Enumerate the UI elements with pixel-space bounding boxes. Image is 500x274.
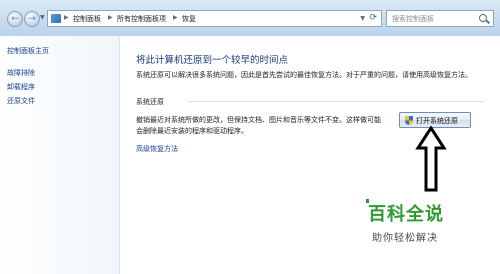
page-title: 将此计算机还原到一个较早的时间点 xyxy=(136,55,289,66)
page-description: 系统还原可以解决很多系统问题，因此是首先尝试的最佳恢复方法。对于严重的问题，请使… xyxy=(136,71,472,79)
search-icon[interactable] xyxy=(479,14,487,22)
sidebar-item-control-panel-home[interactable]: 控制面板主页 xyxy=(7,46,49,56)
sidebar: 控制面板主页 故障排除 卸载程序 还原文件 xyxy=(0,36,120,274)
breadcrumb-all-items[interactable]: 所有控制面板项 xyxy=(117,14,166,24)
breadcrumb-separator-icon[interactable]: ▶ xyxy=(173,14,178,21)
control-panel-icon xyxy=(51,14,61,23)
uac-shield-icon xyxy=(405,116,413,125)
address-dropdown-icon[interactable]: ▼ xyxy=(360,15,365,22)
section-divider xyxy=(188,101,484,102)
breadcrumb-control-panel[interactable]: 控制面板 xyxy=(73,14,101,24)
breadcrumb-separator-icon[interactable]: ▶ xyxy=(108,14,113,21)
annotation-arrow-icon xyxy=(415,126,447,192)
system-restore-description: 撤销最近对系统所做的更改，但保持文档、图片和音乐等文件不变。这样做可能 会删除最… xyxy=(136,115,394,137)
breadcrumb-recovery[interactable]: 恢复 xyxy=(182,14,196,24)
breadcrumb-separator-icon[interactable]: ▶ xyxy=(64,14,69,21)
system-restore-description-line: 撤销最近对系统所做的更改，但保持文档、图片和音乐等文件不变。这样做可能 xyxy=(136,116,381,124)
back-button[interactable]: ← xyxy=(7,11,23,27)
watermark-brand: 百科全说 xyxy=(368,204,444,225)
sidebar-item-restore-files[interactable]: 还原文件 xyxy=(7,96,35,106)
watermark-slogan: 助你轻松解决 xyxy=(372,233,438,244)
open-system-restore-label: 打开系统还原 xyxy=(416,117,458,125)
sidebar-item-troubleshooting[interactable]: 故障排除 xyxy=(7,68,35,78)
arrow-left-icon: ← xyxy=(11,14,19,24)
arrow-right-icon: → xyxy=(28,14,36,24)
search-box[interactable]: 搜索控制面板 xyxy=(386,10,494,27)
refresh-icon[interactable]: ⟳ xyxy=(369,13,377,23)
forward-button[interactable]: → xyxy=(24,11,40,27)
system-restore-description-line: 会删除最近安装的程序和驱动程序。 xyxy=(136,127,248,135)
address-bar[interactable]: ▶ 控制面板 ▶ 所有控制面板项 ▶ 恢复 ▼ ⟳ xyxy=(47,10,382,27)
search-input[interactable]: 搜索控制面板 xyxy=(392,14,434,24)
sidebar-item-uninstall[interactable]: 卸载程序 xyxy=(7,82,35,92)
recent-pages-dropdown-icon[interactable]: ▼ xyxy=(40,14,45,21)
advanced-recovery-link[interactable]: 高级恢复方法 xyxy=(136,144,178,154)
navigation-bar: ← → ▼ ▶ 控制面板 ▶ 所有控制面板项 ▶ 恢复 ▼ ⟳ 搜索控制面板 xyxy=(0,0,500,36)
section-label-system-restore: 系统还原 xyxy=(136,98,164,106)
